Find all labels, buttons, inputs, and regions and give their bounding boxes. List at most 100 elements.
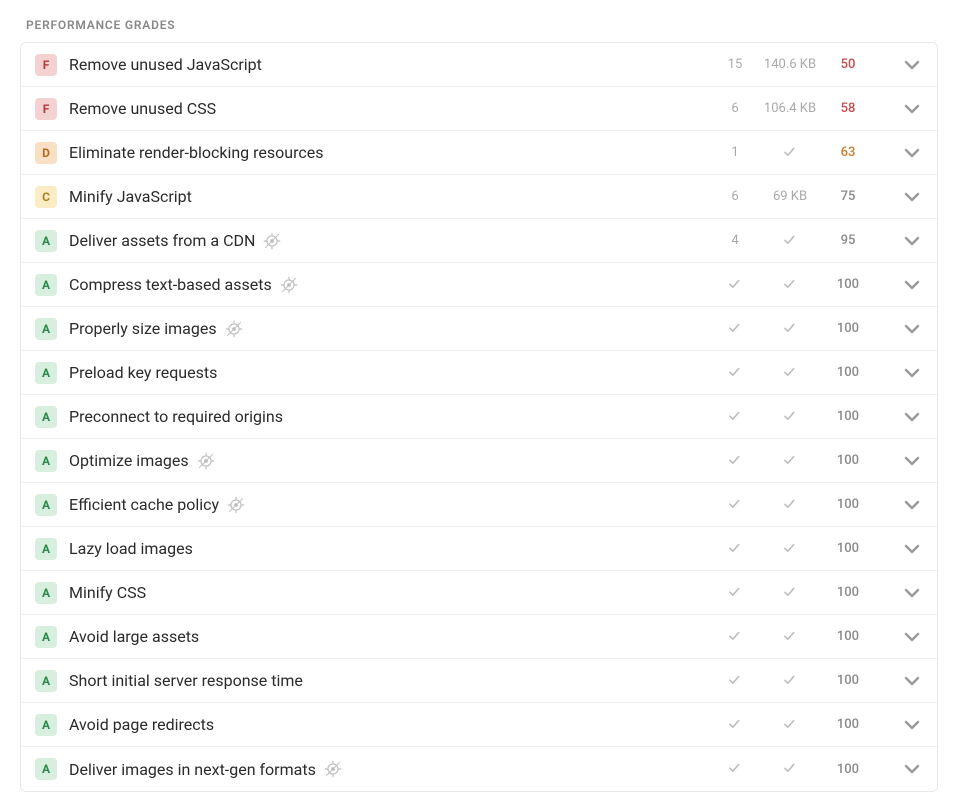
grade-title-text: Deliver assets from a CDN [69, 231, 255, 250]
grade-badge: A [35, 494, 57, 516]
metric-score: 100 [825, 717, 871, 732]
expand-toggle[interactable] [883, 758, 923, 780]
check-icon [782, 717, 798, 733]
metric-count [715, 277, 755, 293]
expand-toggle[interactable] [883, 582, 923, 604]
grade-metrics: 100 [715, 321, 871, 337]
check-icon [727, 541, 743, 557]
grade-badge: A [35, 362, 57, 384]
grade-row[interactable]: C Minify JavaScript 6 69 KB 75 [21, 175, 937, 219]
expand-toggle[interactable] [883, 54, 923, 76]
grade-title-text: Preconnect to required origins [69, 407, 283, 426]
check-icon [727, 409, 743, 425]
expand-toggle[interactable] [883, 406, 923, 428]
expand-toggle[interactable] [883, 230, 923, 252]
expand-toggle[interactable] [883, 626, 923, 648]
grade-metrics: 100 [715, 277, 871, 293]
grade-title: Properly size images [69, 319, 703, 338]
grade-title-text: Deliver images in next-gen formats [69, 760, 316, 779]
grade-badge: A [35, 626, 57, 648]
metric-score: 100 [825, 541, 871, 556]
grade-row[interactable]: A Short initial server response time 100 [21, 659, 937, 703]
target-icon [227, 496, 245, 514]
grade-row[interactable]: A Properly size images 100 [21, 307, 937, 351]
metric-score: 95 [825, 233, 871, 248]
grade-badge: F [35, 98, 57, 120]
expand-toggle[interactable] [883, 362, 923, 384]
metric-score: 100 [825, 365, 871, 380]
grade-badge: C [35, 186, 57, 208]
check-icon [727, 277, 743, 293]
grade-title: Deliver images in next-gen formats [69, 760, 703, 779]
grade-title: Preconnect to required origins [69, 407, 703, 426]
expand-toggle[interactable] [883, 186, 923, 208]
expand-toggle[interactable] [883, 538, 923, 560]
grade-row[interactable]: A Optimize images 100 [21, 439, 937, 483]
metric-size [755, 277, 825, 293]
expand-toggle[interactable] [883, 714, 923, 736]
grade-badge: F [35, 54, 57, 76]
metric-count: 6 [715, 101, 755, 116]
grade-title-text: Avoid large assets [69, 627, 199, 646]
grade-row[interactable]: A Efficient cache policy 100 [21, 483, 937, 527]
grade-title: Avoid page redirects [69, 715, 703, 734]
grade-title: Minify CSS [69, 583, 703, 602]
metric-size [755, 233, 825, 249]
grade-row[interactable]: A Deliver assets from a CDN 4 95 [21, 219, 937, 263]
metric-score: 63 [825, 145, 871, 160]
grade-row[interactable]: A Avoid large assets 100 [21, 615, 937, 659]
grade-title: Avoid large assets [69, 627, 703, 646]
chevron-down-icon [901, 538, 923, 560]
expand-toggle[interactable] [883, 494, 923, 516]
metric-size [755, 717, 825, 733]
chevron-down-icon [901, 494, 923, 516]
grade-row[interactable]: D Eliminate render-blocking resources 1 … [21, 131, 937, 175]
section-header: PERFORMANCE GRADES [20, 10, 938, 42]
metric-size [755, 497, 825, 513]
metric-size [755, 761, 825, 777]
metric-count [715, 673, 755, 689]
metric-count [715, 321, 755, 337]
grade-badge: A [35, 670, 57, 692]
grade-metrics: 100 [715, 409, 871, 425]
grade-row[interactable]: A Avoid page redirects 100 [21, 703, 937, 747]
grade-title-text: Avoid page redirects [69, 715, 214, 734]
grade-title-text: Optimize images [69, 451, 189, 470]
metric-score: 50 [825, 57, 871, 72]
grade-row[interactable]: F Remove unused JavaScript 15 140.6 KB 5… [21, 43, 937, 87]
metric-count [715, 453, 755, 469]
grade-row[interactable]: A Preload key requests 100 [21, 351, 937, 395]
grade-title: Deliver assets from a CDN [69, 231, 703, 250]
check-icon [782, 453, 798, 469]
grade-title: Efficient cache policy [69, 495, 703, 514]
grade-row[interactable]: A Preconnect to required origins 100 [21, 395, 937, 439]
metric-count: 4 [715, 233, 755, 248]
grade-row[interactable]: A Lazy load images 100 [21, 527, 937, 571]
grade-row[interactable]: F Remove unused CSS 6 106.4 KB 58 [21, 87, 937, 131]
expand-toggle[interactable] [883, 450, 923, 472]
grade-metrics: 6 106.4 KB 58 [715, 101, 871, 116]
metric-size [755, 365, 825, 381]
expand-toggle[interactable] [883, 318, 923, 340]
metric-count [715, 585, 755, 601]
metric-count [715, 365, 755, 381]
metric-score: 100 [825, 409, 871, 424]
expand-toggle[interactable] [883, 274, 923, 296]
expand-toggle[interactable] [883, 142, 923, 164]
grade-row[interactable]: A Compress text-based assets 100 [21, 263, 937, 307]
grade-row[interactable]: A Deliver images in next-gen formats 100 [21, 747, 937, 791]
metric-size [755, 321, 825, 337]
chevron-down-icon [901, 186, 923, 208]
performance-grades-list: F Remove unused JavaScript 15 140.6 KB 5… [20, 42, 938, 792]
grade-row[interactable]: A Minify CSS 100 [21, 571, 937, 615]
check-icon [727, 629, 743, 645]
expand-toggle[interactable] [883, 670, 923, 692]
metric-size [755, 585, 825, 601]
metric-count: 15 [715, 57, 755, 72]
metric-size [755, 145, 825, 161]
target-icon [225, 320, 243, 338]
check-icon [782, 277, 798, 293]
grade-title-text: Eliminate render-blocking resources [69, 143, 323, 162]
expand-toggle[interactable] [883, 98, 923, 120]
metric-score: 100 [825, 762, 871, 777]
